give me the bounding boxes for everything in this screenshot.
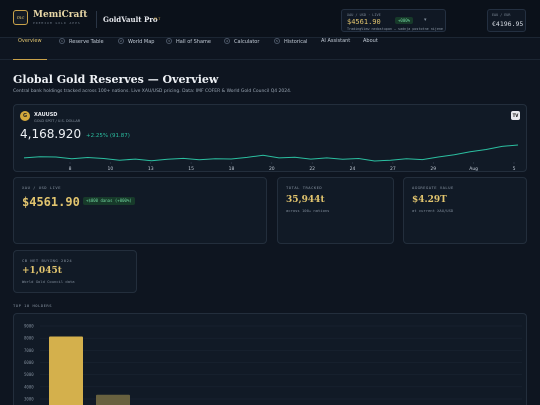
y-tick-label: 8000	[24, 336, 34, 341]
price-series-line	[23, 144, 519, 162]
ticker-label: XAU / USD · LIVE	[347, 13, 381, 17]
total-tracked-sub: across 100+ nations	[286, 208, 330, 213]
main-nav: Overview 1 Reserve Table 2 World Map 3 Hall…	[0, 38, 540, 60]
xau-card-change-badge: +$000 danas (+000%)	[83, 197, 135, 205]
tab-ai-assistant[interactable]: AI Assistant	[321, 38, 350, 60]
tab-reserve-table[interactable]: 1 Reserve Table	[59, 38, 104, 60]
section-label-top-holders: TOP 10 HOLDERS	[13, 303, 53, 308]
ticker-price: $4561.90	[347, 18, 381, 26]
page-subtitle: Central bank holdings tracked across 100…	[13, 89, 292, 94]
cb-net-buying-card: CB NET BUYING 2024 +1,045t World Gold Co…	[13, 250, 137, 293]
top-holders-bar-chart: 9000 8000 7000 6000 5000 4000 3000	[24, 324, 522, 405]
widget-symbol: XAUUSD	[34, 112, 58, 118]
coin-letter: G	[22, 113, 28, 119]
tab-label: Calculator	[234, 39, 260, 45]
tab-number-badge: 5	[274, 38, 280, 44]
widget-description: GOLD SPOT / U.S. DOLLAR	[34, 119, 81, 123]
y-tick-label: 6000	[24, 360, 34, 365]
widget-change: +2.25% (91.87)	[86, 133, 130, 139]
eur-ticker-label: EAU / EUR	[492, 13, 511, 17]
x-tick-label: 18	[229, 166, 235, 172]
total-tracked-label: TOTAL TRACKED	[286, 185, 323, 190]
aggregate-value-label: AGGREGATE VALUE	[412, 185, 454, 190]
x-tick-label: 29	[430, 166, 436, 172]
page-title: Global Gold Reserves — Overview	[13, 73, 219, 86]
live-ticker[interactable]: XAU / USD · LIVE $4561.90 +000% ▾ Tradin…	[341, 9, 446, 32]
aggregate-value-sub: at current XAU/USD	[412, 208, 454, 213]
y-tick-label: 3000	[24, 397, 34, 402]
x-tick-label: 10	[107, 166, 113, 172]
x-tick-label: 20	[269, 166, 275, 172]
tab-number-badge: 3	[166, 38, 172, 44]
tab-number-badge: 2	[118, 38, 124, 44]
holder-bar[interactable]	[49, 336, 83, 405]
x-tick-label: 8	[69, 166, 72, 172]
x-tick-label: 27	[390, 166, 396, 172]
xau-card-price: $4561.90	[22, 195, 80, 209]
xau-card-label: XAU / USD LIVE	[22, 185, 62, 190]
cb-net-buying-value: +1,045t	[22, 266, 62, 276]
logo-text: mc	[16, 14, 25, 21]
tab-label: About	[363, 38, 378, 44]
y-tick-label: 7000	[24, 348, 34, 353]
brand-name: MemiCraft	[33, 10, 88, 20]
aggregate-value-card: AGGREGATE VALUE $4.29T at current XAU/US…	[403, 177, 527, 244]
price-line-chart: 8 10 13 15 18 20 22 24 27 29 Aug 5	[23, 144, 519, 172]
tradingview-logo-icon[interactable]: TV	[511, 111, 520, 120]
tab-overview[interactable]: Overview	[13, 38, 47, 60]
tv-badge-text: TV	[512, 113, 519, 118]
x-tick-label: 15	[188, 166, 194, 172]
y-tick-label: 5000	[24, 372, 34, 377]
tab-calculator[interactable]: 4 Calculator	[224, 38, 259, 60]
tab-hall-of-shame[interactable]: 3 Hall of Shame	[166, 38, 211, 60]
ticker-change-badge: +000%	[395, 17, 414, 24]
x-tick-label: Aug	[469, 166, 478, 172]
top-bar: mc MemiCraft PREMIUM GOLD APPS GoldVault…	[0, 0, 540, 38]
tab-label: World Map	[128, 39, 155, 45]
header-divider	[96, 11, 97, 28]
tab-about[interactable]: About	[363, 38, 378, 60]
eur-ticker[interactable]: EAU / EUR €4196.95	[487, 9, 526, 32]
brand-logo[interactable]: mc	[13, 10, 28, 25]
y-tick-label: 9000	[24, 324, 34, 329]
gold-coin-icon: G	[20, 111, 30, 121]
y-tick-label: 4000	[24, 384, 34, 389]
product-badge: PLT	[154, 17, 161, 21]
x-tick-label: 5	[513, 166, 516, 172]
tab-historical[interactable]: 5 Historical	[274, 38, 307, 60]
total-tracked-value: 35,944t	[286, 195, 325, 205]
tab-label: Reserve Table	[69, 39, 104, 45]
brand-tagline: PREMIUM GOLD APPS	[33, 21, 81, 25]
chevron-down-icon[interactable]: ▾	[424, 17, 427, 23]
product-name: GoldVault Pro	[103, 15, 158, 24]
tab-label: Hall of Shame	[176, 39, 211, 45]
tab-label: Overview	[18, 38, 42, 44]
ticker-feed-status: TradingView nedostupan — sadnja postotne…	[347, 27, 443, 31]
total-tracked-card: TOTAL TRACKED 35,944t across 100+ nation…	[277, 177, 394, 244]
cb-net-buying-sub: World Gold Council data	[22, 279, 75, 284]
eur-ticker-value: €4196.95	[492, 20, 524, 28]
x-tick-label: 22	[309, 166, 315, 172]
tradingview-widget[interactable]: G XAUUSD GOLD SPOT / U.S. DOLLAR 4,168.9…	[13, 104, 527, 172]
xau-live-card: XAU / USD LIVE $4561.90 +$000 danas (+00…	[13, 177, 267, 244]
aggregate-value-value: $4.29T	[412, 195, 447, 205]
tab-number-badge: 1	[59, 38, 65, 44]
cb-net-buying-label: CB NET BUYING 2024	[22, 258, 73, 263]
tab-label: Historical	[284, 39, 308, 45]
widget-price: 4,168.920	[20, 127, 82, 141]
tab-number-badge: 4	[224, 38, 230, 44]
tab-world-map[interactable]: 2 World Map	[118, 38, 154, 60]
holder-bar[interactable]	[96, 394, 130, 405]
x-tick-label: 13	[148, 166, 154, 172]
x-tick-label: 24	[350, 166, 356, 172]
top-holders-chart-card: 9000 8000 7000 6000 5000 4000 3000	[13, 313, 527, 405]
tab-label: AI Assistant	[321, 38, 351, 44]
